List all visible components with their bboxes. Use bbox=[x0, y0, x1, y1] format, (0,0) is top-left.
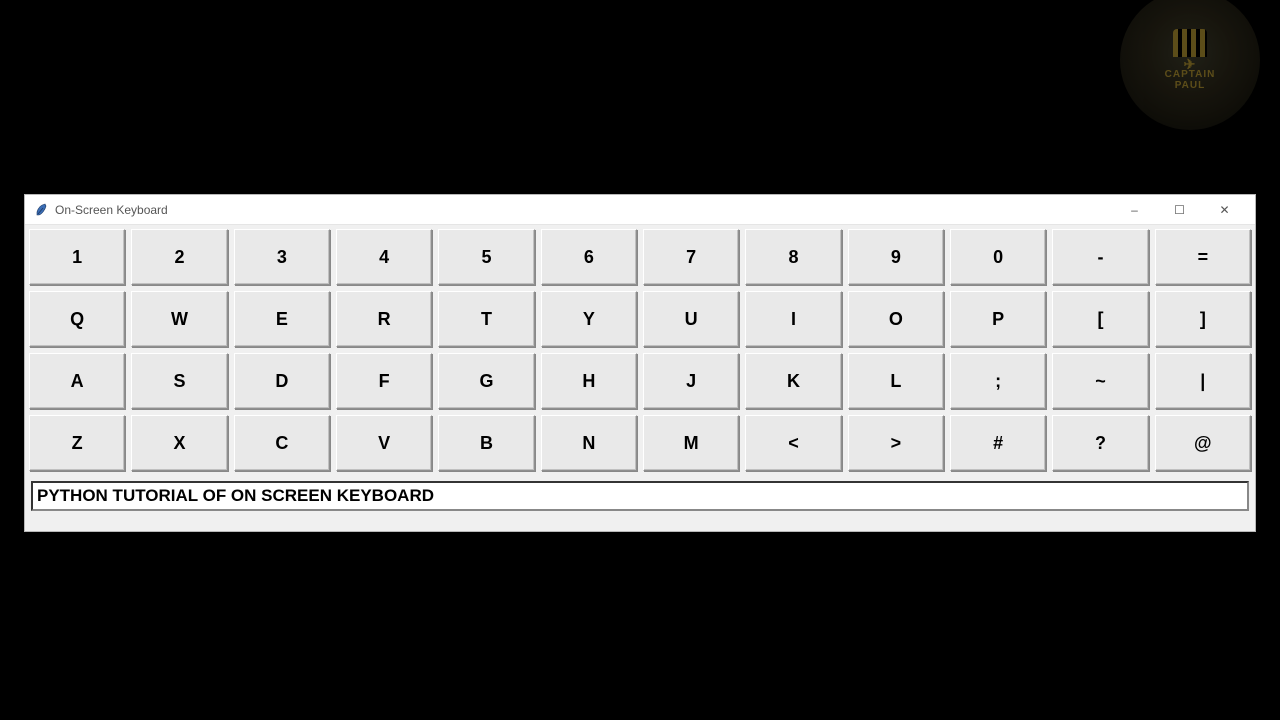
watermark-stripes bbox=[1173, 29, 1207, 57]
key-2-7[interactable]: K bbox=[745, 353, 841, 409]
key-1-3[interactable]: R bbox=[336, 291, 432, 347]
maximize-icon: ☐ bbox=[1174, 203, 1185, 217]
minimize-button[interactable]: – bbox=[1112, 195, 1157, 224]
key-0-11[interactable]: = bbox=[1155, 229, 1251, 285]
statusbar bbox=[27, 513, 1253, 523]
key-2-11[interactable]: | bbox=[1155, 353, 1251, 409]
key-0-4[interactable]: 5 bbox=[438, 229, 534, 285]
key-1-0[interactable]: Q bbox=[29, 291, 125, 347]
key-0-1[interactable]: 2 bbox=[131, 229, 227, 285]
key-3-9[interactable]: # bbox=[950, 415, 1046, 471]
key-1-8[interactable]: O bbox=[848, 291, 944, 347]
key-0-9[interactable]: 0 bbox=[950, 229, 1046, 285]
key-0-6[interactable]: 7 bbox=[643, 229, 739, 285]
key-2-9[interactable]: ; bbox=[950, 353, 1046, 409]
key-0-8[interactable]: 9 bbox=[848, 229, 944, 285]
key-0-7[interactable]: 8 bbox=[745, 229, 841, 285]
key-3-0[interactable]: Z bbox=[29, 415, 125, 471]
key-3-3[interactable]: V bbox=[336, 415, 432, 471]
client-area: 1234567890-= QWERTYUIOP[] ASDFGHJKL;~| ZXCV… bbox=[25, 225, 1255, 531]
key-2-6[interactable]: J bbox=[643, 353, 739, 409]
key-1-11[interactable]: ] bbox=[1155, 291, 1251, 347]
key-3-5[interactable]: N bbox=[541, 415, 637, 471]
entry-wrap bbox=[27, 477, 1253, 513]
key-3-6[interactable]: M bbox=[643, 415, 739, 471]
key-1-9[interactable]: P bbox=[950, 291, 1046, 347]
key-0-2[interactable]: 3 bbox=[234, 229, 330, 285]
key-2-5[interactable]: H bbox=[541, 353, 637, 409]
watermark-line1: CAPTAIN bbox=[1165, 69, 1216, 80]
titlebar[interactable]: On-Screen Keyboard – ☐ ✕ bbox=[25, 195, 1255, 225]
maximize-button[interactable]: ☐ bbox=[1157, 195, 1202, 224]
minimize-icon: – bbox=[1131, 203, 1138, 217]
key-3-4[interactable]: B bbox=[438, 415, 534, 471]
watermark-badge: ✈ CAPTAIN PAUL bbox=[1120, 0, 1260, 130]
close-icon: ✕ bbox=[1219, 203, 1229, 217]
key-1-5[interactable]: Y bbox=[541, 291, 637, 347]
key-2-4[interactable]: G bbox=[438, 353, 534, 409]
key-2-0[interactable]: A bbox=[29, 353, 125, 409]
tk-feather-icon bbox=[33, 202, 49, 218]
key-0-5[interactable]: 6 bbox=[541, 229, 637, 285]
key-1-1[interactable]: W bbox=[131, 291, 227, 347]
key-0-3[interactable]: 4 bbox=[336, 229, 432, 285]
key-0-10[interactable]: - bbox=[1052, 229, 1148, 285]
key-1-6[interactable]: U bbox=[643, 291, 739, 347]
app-window: On-Screen Keyboard – ☐ ✕ 1234567890-= QWE… bbox=[24, 194, 1256, 532]
watermark-line2: PAUL bbox=[1175, 80, 1205, 91]
key-1-10[interactable]: [ bbox=[1052, 291, 1148, 347]
key-2-1[interactable]: S bbox=[131, 353, 227, 409]
key-3-10[interactable]: ? bbox=[1052, 415, 1148, 471]
key-1-4[interactable]: T bbox=[438, 291, 534, 347]
output-entry[interactable] bbox=[31, 481, 1249, 511]
key-2-3[interactable]: F bbox=[336, 353, 432, 409]
key-2-8[interactable]: L bbox=[848, 353, 944, 409]
key-3-11[interactable]: @ bbox=[1155, 415, 1251, 471]
close-button[interactable]: ✕ bbox=[1202, 195, 1247, 224]
key-3-8[interactable]: > bbox=[848, 415, 944, 471]
watermark-wings-icon: ✈ bbox=[1184, 59, 1197, 69]
key-3-7[interactable]: < bbox=[745, 415, 841, 471]
window-title: On-Screen Keyboard bbox=[55, 203, 1112, 217]
key-1-7[interactable]: I bbox=[745, 291, 841, 347]
key-2-10[interactable]: ~ bbox=[1052, 353, 1148, 409]
key-3-1[interactable]: X bbox=[131, 415, 227, 471]
key-0-0[interactable]: 1 bbox=[29, 229, 125, 285]
key-2-2[interactable]: D bbox=[234, 353, 330, 409]
key-1-2[interactable]: E bbox=[234, 291, 330, 347]
keyboard-grid: 1234567890-= QWERTYUIOP[] ASDFGHJKL;~| ZXCV… bbox=[27, 227, 1253, 477]
key-3-2[interactable]: C bbox=[234, 415, 330, 471]
